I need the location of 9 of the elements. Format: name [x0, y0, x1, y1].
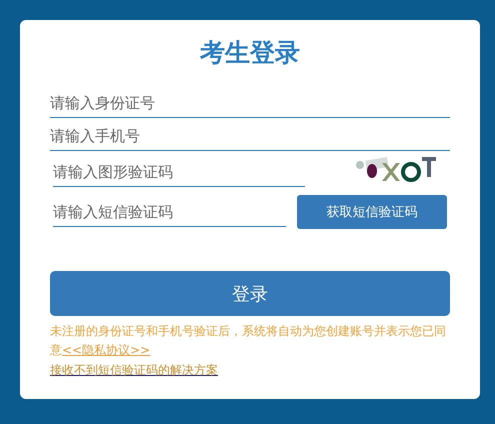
help-link[interactable]: 接收不到短信验证码的解决方案 [50, 362, 218, 378]
input-field[interactable]: 请输入身份证号 [50, 88, 450, 118]
login-title: 考生登录 [198, 37, 301, 69]
input-field[interactable]: 请输入图形验证码 [53, 157, 305, 187]
get-sms-code-button[interactable]: 获取短信验证码 [297, 195, 447, 229]
input-field[interactable]: 请输入短信验证码 [53, 197, 286, 227]
notice-text: 未注册的身份证号和手机号验证后，系统将自动为您创建账号并表示您已同意<<隐私协议>> [50, 323, 447, 359]
input-field[interactable]: 请输入手机号 [50, 121, 450, 151]
login-button[interactable]: 登录 [50, 271, 450, 316]
